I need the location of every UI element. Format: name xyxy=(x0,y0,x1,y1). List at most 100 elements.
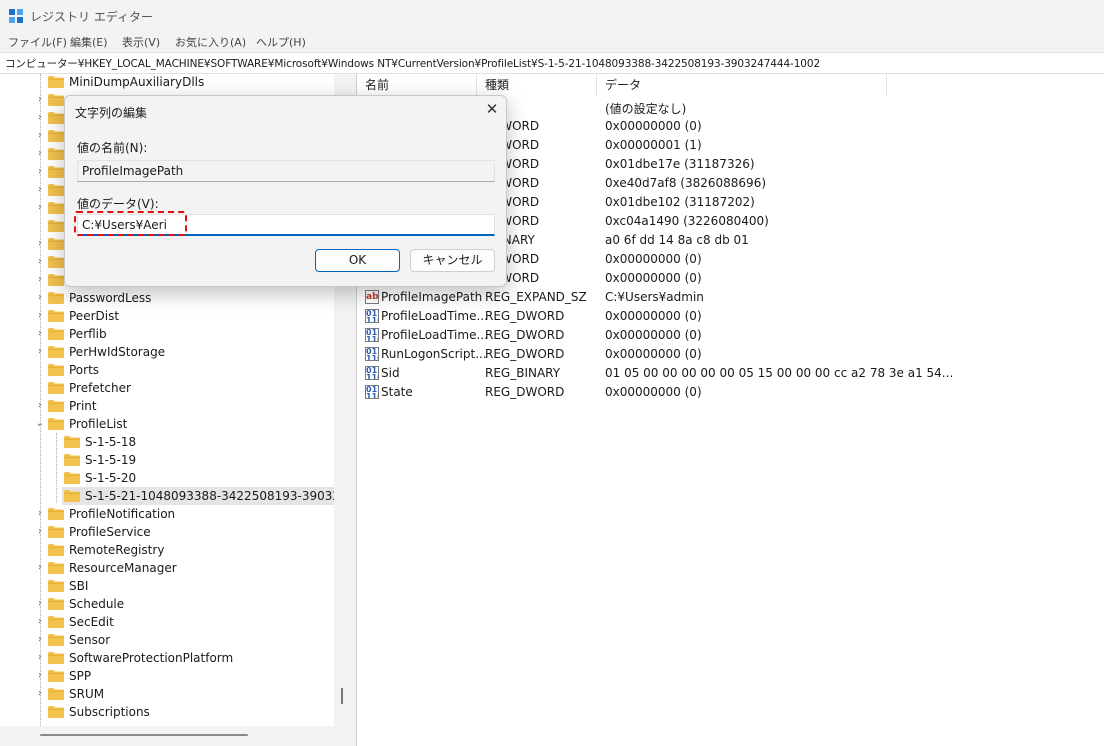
menu-favorites[interactable]: お気に入り(A) xyxy=(175,34,246,50)
folder-icon xyxy=(48,184,64,196)
tree-item-label: S-1-5-21-1048093388-3422508193-390324744… xyxy=(85,489,334,503)
value-type: REG_BINARY xyxy=(485,366,561,380)
folder-icon xyxy=(64,490,80,502)
value-data-label: 値のデータ(V): xyxy=(77,197,159,211)
value-data: 0x00000000 (0) xyxy=(605,328,702,342)
tree-item[interactable]: MiniDumpAuxiliaryDlls xyxy=(0,74,334,91)
ok-button[interactable]: OK xyxy=(315,249,400,272)
tree-horizontal-scrollbar[interactable] xyxy=(0,726,334,746)
tree-item[interactable]: › SecEdit xyxy=(0,613,334,631)
dialog-title: 文字列の編集 xyxy=(75,106,148,120)
folder-icon xyxy=(48,706,64,718)
folder-icon xyxy=(48,580,64,592)
column-header-name[interactable]: 名前 xyxy=(357,74,477,96)
folder-icon xyxy=(48,400,64,412)
tree-item[interactable]: › Sensor xyxy=(0,631,334,649)
tree-item[interactable]: › ProfileService xyxy=(0,523,334,541)
value-data: 01 05 00 00 00 00 00 05 15 00 00 00 cc a… xyxy=(605,366,954,380)
tree-item[interactable]: › Print xyxy=(0,397,334,415)
value-data: 0x01dbe102 (31187202) xyxy=(605,195,755,209)
tree-item-label: PasswordLess xyxy=(69,291,152,305)
menu-edit[interactable]: 編集(E) xyxy=(70,34,108,50)
tree-item[interactable]: › Schedule xyxy=(0,595,334,613)
tree-item[interactable]: S-1-5-18 xyxy=(0,433,334,451)
value-name: ProfileLoadTime... xyxy=(381,309,488,323)
tree-item[interactable]: S-1-5-20 xyxy=(0,469,334,487)
address-bar[interactable]: コンピューター¥HKEY_LOCAL_MACHINE¥SOFTWARE¥Micr… xyxy=(0,52,1104,74)
value-row[interactable]: 011110Sid REG_BINARY 01 05 00 00 00 00 00 … xyxy=(357,364,1104,383)
window-title: レジストリ エディター xyxy=(30,10,153,24)
tree-item[interactable]: › SRUM xyxy=(0,685,334,703)
tree-item[interactable]: S-1-5-19 xyxy=(0,451,334,469)
value-data: 0x00000000 (0) xyxy=(605,271,702,285)
folder-icon xyxy=(48,256,64,268)
string-value-icon: ab xyxy=(365,290,379,304)
tree-item-label: Perflib xyxy=(69,327,107,341)
folder-icon xyxy=(64,436,80,448)
tree-item[interactable]: › SPP xyxy=(0,667,334,685)
folder-icon xyxy=(48,202,64,214)
folder-icon xyxy=(48,220,64,232)
menu-view[interactable]: 表示(V) xyxy=(122,34,160,50)
value-data: 0x00000000 (0) xyxy=(605,347,702,361)
tree-guide-line xyxy=(56,433,57,503)
value-name: ProfileLoadTime... xyxy=(381,328,488,342)
tree-vertical-scrollbar-thumb[interactable] xyxy=(341,688,343,704)
binary-value-icon: 011110 xyxy=(365,366,379,380)
address-path[interactable]: コンピューター¥HKEY_LOCAL_MACHINE¥SOFTWARE¥Micr… xyxy=(5,56,820,71)
value-name: RunLogonScript... xyxy=(381,347,487,361)
tree-item[interactable]: › SoftwareProtectionPlatform xyxy=(0,649,334,667)
folder-icon xyxy=(48,328,64,340)
value-name-label: 値の名前(N): xyxy=(77,141,148,155)
tree-item[interactable]: Subscriptions xyxy=(0,703,334,721)
menu-bar: ファイル(F) 編集(E) 表示(V) お気に入り(A) ヘルプ(H) xyxy=(0,32,1104,52)
tree-item[interactable]: › PasswordLess xyxy=(0,289,334,307)
column-header-type[interactable]: 種類 xyxy=(477,74,597,96)
folder-icon xyxy=(48,76,64,88)
close-icon[interactable]: ✕ xyxy=(485,102,499,117)
folder-icon xyxy=(48,346,64,358)
value-data: 0xc04a1490 (3226080400) xyxy=(605,214,769,228)
folder-icon xyxy=(64,454,80,466)
folder-icon xyxy=(48,598,64,610)
tree-item[interactable]: S-1-5-21-1048093388-3422508193-390324744… xyxy=(0,487,334,505)
tree-item[interactable]: RemoteRegistry xyxy=(0,541,334,559)
tree-item[interactable]: Ports xyxy=(0,361,334,379)
menu-help[interactable]: ヘルプ(H) xyxy=(256,34,306,50)
value-row[interactable]: 011110ProfileLoadTime...REG_DWORD 0x00000… xyxy=(357,307,1104,326)
tree-item[interactable]: › PerHwIdStorage xyxy=(0,343,334,361)
folder-icon xyxy=(48,562,64,574)
folder-icon xyxy=(48,148,64,160)
value-row[interactable]: 011110RunLogonScript...REG_DWORD 0x000000… xyxy=(357,345,1104,364)
folder-icon xyxy=(48,544,64,556)
tree-item[interactable]: › PeerDist xyxy=(0,307,334,325)
tree-item-label: Schedule xyxy=(69,597,125,611)
value-row[interactable]: ab ProfileImagePath REG_EXPAND_SZ C:¥Users¥… xyxy=(357,288,1104,307)
folder-icon xyxy=(48,130,64,142)
cancel-button[interactable]: キャンセル xyxy=(410,249,495,272)
column-header-data[interactable]: データ xyxy=(597,74,887,96)
tree-item[interactable]: › Perflib xyxy=(0,325,334,343)
highlight-annotation xyxy=(74,211,187,236)
folder-icon xyxy=(48,508,64,520)
value-data: (値の設定なし) xyxy=(605,102,687,116)
tree-item-label: Sensor xyxy=(69,633,111,647)
menu-file[interactable]: ファイル(F) xyxy=(8,34,67,50)
binary-value-icon: 011110 xyxy=(365,328,379,342)
tree-item-label: S-1-5-19 xyxy=(85,453,137,467)
tree-item[interactable]: SBI xyxy=(0,577,334,595)
tree-item-label: Subscriptions xyxy=(69,705,150,719)
tree-item[interactable]: › ResourceManager xyxy=(0,559,334,577)
value-type: REG_DWORD xyxy=(485,309,565,323)
scrollbar-thumb[interactable] xyxy=(40,734,248,736)
folder-icon xyxy=(48,688,64,700)
tree-item[interactable]: Prefetcher xyxy=(0,379,334,397)
tree-item[interactable]: ⌄ ProfileList xyxy=(0,415,334,433)
value-row[interactable]: 011110State REG_DWORD 0x00000000 (0) xyxy=(357,383,1104,402)
value-data: 0x00000000 (0) xyxy=(605,385,702,399)
tree-item[interactable]: › ProfileNotification xyxy=(0,505,334,523)
value-row[interactable]: 011110ProfileLoadTime...REG_DWORD 0x00000… xyxy=(357,326,1104,345)
value-name: State xyxy=(381,385,413,399)
value-type: REG_DWORD xyxy=(485,347,565,361)
folder-icon xyxy=(48,616,64,628)
